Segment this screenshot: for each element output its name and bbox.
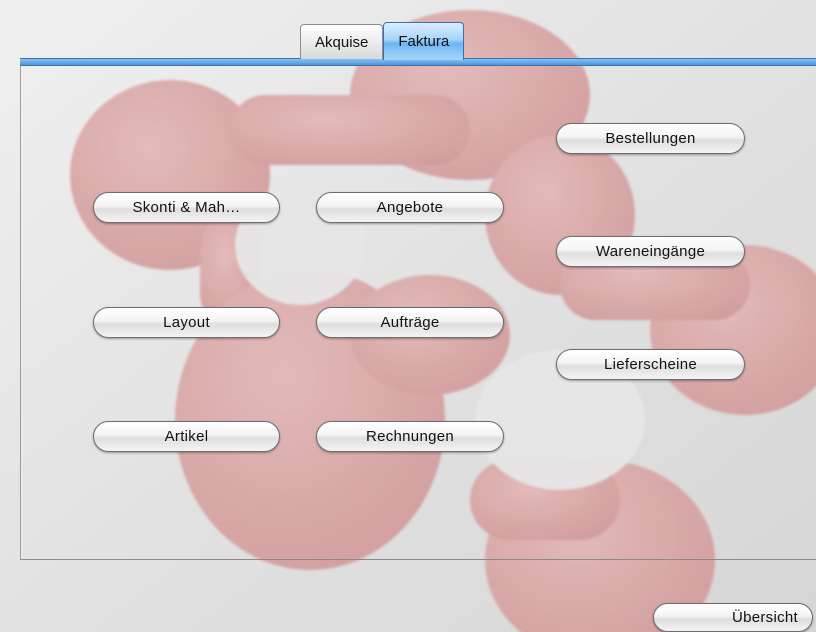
layout-button[interactable]: Layout	[93, 307, 280, 338]
bestellungen-button[interactable]: Bestellungen	[556, 123, 745, 154]
tab-strip: Akquise Faktura	[300, 21, 465, 60]
uebersicht-button[interactable]: Übersicht	[653, 603, 813, 632]
rechnungen-button[interactable]: Rechnungen	[316, 421, 504, 452]
lieferscheine-button[interactable]: Lieferscheine	[556, 349, 745, 380]
skonti-mahnungen-button[interactable]: Skonti & Mah…	[93, 192, 280, 223]
angebote-button[interactable]: Angebote	[316, 192, 504, 223]
tab-faktura[interactable]: Faktura	[383, 22, 465, 60]
auftraege-button[interactable]: Aufträge	[316, 307, 504, 338]
tab-akquise[interactable]: Akquise	[300, 24, 384, 59]
artikel-button[interactable]: Artikel	[93, 421, 280, 452]
wareneingaenge-button[interactable]: Wareneingänge	[556, 236, 745, 267]
